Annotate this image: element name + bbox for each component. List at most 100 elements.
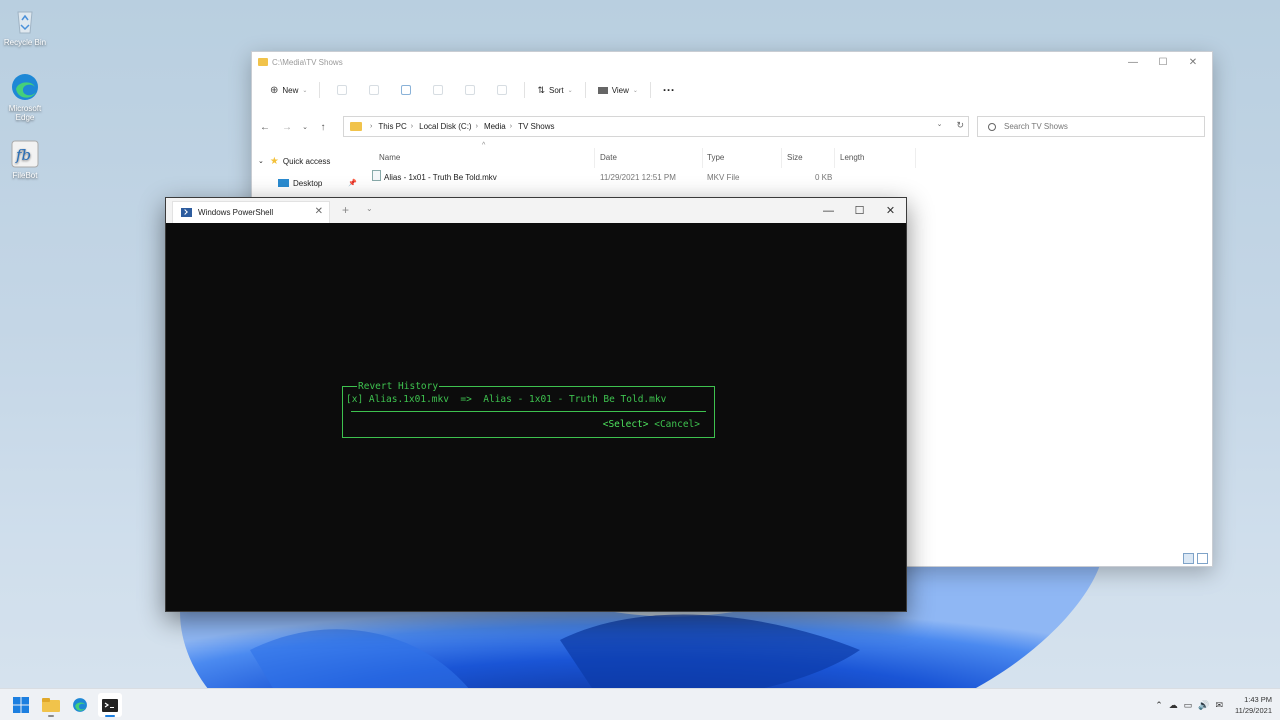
search-box[interactable]: Search TV Shows	[977, 116, 1205, 137]
command-separator	[524, 82, 526, 98]
volume-icon[interactable]: 🔊	[1198, 700, 1209, 711]
more-options-button[interactable]: ···	[657, 79, 681, 101]
command-separator	[584, 82, 586, 98]
desktop-icon-recycle-bin[interactable]: Recycle Bin	[3, 6, 47, 47]
new-label: New	[282, 85, 299, 95]
cancel-button[interactable]: <Cancel>	[654, 419, 700, 430]
show-hidden-icons-chevron-icon[interactable]: ⌃	[1155, 700, 1163, 711]
sort-button[interactable]: ⇅ Sort ⌄	[531, 79, 578, 101]
breadcrumb-tv-shows[interactable]: TV Shows	[518, 122, 554, 131]
onedrive-cloud-icon[interactable]: ☁	[1169, 700, 1178, 711]
view-toggle	[1183, 553, 1208, 564]
paste-button[interactable]	[390, 85, 422, 95]
up-arrow-icon[interactable]: ↑	[312, 122, 334, 133]
address-history-icon[interactable]: ⌄	[937, 120, 943, 131]
column-separator[interactable]	[702, 148, 703, 168]
copy-button[interactable]	[358, 85, 390, 95]
rename-button[interactable]	[422, 85, 454, 95]
chevron-down-icon: ⌄	[567, 87, 573, 94]
network-icon[interactable]: ▭	[1184, 700, 1193, 711]
column-header-name[interactable]: Name	[379, 153, 400, 162]
filebot-icon: fb	[10, 139, 40, 169]
breadcrumb-local-disk[interactable]: Local Disk (C:)	[419, 122, 471, 131]
active-indicator	[105, 715, 115, 717]
sidebar-item-desktop[interactable]: Desktop 📌	[252, 172, 362, 194]
notification-icon[interactable]: ✉	[1215, 700, 1223, 711]
select-button[interactable]: <Select>	[603, 419, 649, 430]
tiles-view-icon[interactable]	[1197, 553, 1208, 564]
explorer-title-bar[interactable]: C:\Media\TV Shows	[252, 52, 1212, 72]
delete-button[interactable]	[486, 85, 518, 95]
taskbar-file-explorer[interactable]	[39, 693, 63, 717]
column-header-length[interactable]: Length	[840, 153, 864, 162]
folder-icon	[350, 122, 362, 131]
taskbar-edge[interactable]	[68, 693, 92, 717]
minimize-button[interactable]: —	[1118, 54, 1148, 70]
pin-icon: 📌	[348, 180, 358, 187]
column-header-date[interactable]: Date	[600, 153, 617, 162]
file-size: 0 KB	[815, 173, 833, 182]
chevron-right-icon: ›	[370, 123, 373, 130]
chevron-down-icon: ⌄	[302, 87, 308, 94]
powershell-icon	[181, 208, 192, 217]
explorer-navigation-bar: ← → ⌄ ↑ › This PC › Local Disk (C:) › Me…	[252, 116, 1212, 138]
file-type: MKV File	[707, 173, 740, 182]
sort-label: Sort	[548, 85, 564, 95]
new-button[interactable]: ⊕ New ⌄	[264, 79, 313, 101]
share-button[interactable]	[454, 85, 486, 95]
start-button[interactable]	[9, 693, 33, 717]
breadcrumb-this-pc[interactable]: This PC	[378, 122, 406, 131]
view-button[interactable]: View ⌄	[592, 79, 644, 101]
address-bar[interactable]: › This PC › Local Disk (C:) › Media › TV…	[343, 116, 969, 137]
explorer-command-bar: ⊕ New ⌄ ⇅ Sort ⌄ View ⌄ ···	[252, 72, 1212, 108]
close-button[interactable]: ✕	[875, 198, 906, 223]
chevron-down-icon[interactable]: ⌄	[258, 157, 264, 165]
revert-history-item[interactable]: [x] Alias.1x01.mkv => Alias - 1x01 - Tru…	[346, 394, 666, 405]
details-view-icon[interactable]	[1183, 553, 1194, 564]
forward-arrow-icon[interactable]: →	[276, 122, 298, 133]
explorer-window-controls: — ☐ ✕	[1118, 54, 1208, 70]
video-file-icon	[372, 170, 381, 181]
minimize-button[interactable]: —	[813, 198, 844, 223]
close-tab-icon[interactable]: ✕	[315, 206, 323, 217]
new-tab-icon[interactable]: +	[342, 203, 349, 217]
copy-icon	[369, 85, 380, 95]
maximize-button[interactable]: ☐	[844, 198, 875, 223]
cut-button[interactable]	[326, 85, 358, 95]
revert-history-dialog: Revert History [x] Alias.1x01.mkv => Ali…	[342, 381, 715, 438]
column-header-size[interactable]: Size	[787, 153, 803, 162]
maximize-button[interactable]: ☐	[1148, 54, 1178, 70]
close-button[interactable]: ✕	[1178, 54, 1208, 70]
column-separator[interactable]	[781, 148, 782, 168]
column-separator[interactable]	[915, 148, 916, 168]
recent-locations-icon[interactable]: ⌄	[298, 123, 312, 131]
column-separator[interactable]	[834, 148, 835, 168]
column-header-type[interactable]: Type	[707, 153, 724, 162]
sidebar-item-label: Quick access	[282, 156, 331, 166]
file-row[interactable]: Alias - 1x01 - Truth Be Told.mkv 11/29/2…	[370, 168, 930, 188]
powershell-window[interactable]: Windows PowerShell ✕ + ⌄ — ☐ ✕ Revert Hi…	[165, 197, 907, 612]
clock[interactable]: 1:43 PM 11/29/2021	[1235, 694, 1272, 716]
recycle-bin-icon	[10, 6, 40, 36]
dialog-buttons: <Select> <Cancel>	[603, 419, 700, 430]
chevron-down-icon[interactable]: ⌄	[366, 204, 373, 213]
share-icon	[465, 85, 476, 95]
taskbar-terminal[interactable]	[98, 693, 122, 717]
windows-logo-icon	[13, 697, 29, 713]
column-separator[interactable]	[594, 148, 595, 168]
navigation-pane: ⌄ ★ Quick access Desktop 📌	[252, 150, 362, 194]
desktop-icon-edge[interactable]: Microsoft Edge	[3, 72, 47, 122]
delete-icon	[497, 85, 508, 95]
tab-windows-powershell[interactable]: Windows PowerShell ✕	[172, 201, 330, 223]
chevron-right-icon: ›	[410, 123, 414, 130]
breadcrumb-media[interactable]: Media	[484, 122, 506, 131]
search-placeholder: Search TV Shows	[1004, 122, 1068, 131]
star-icon: ★	[269, 155, 279, 167]
desktop-icon-label: Recycle Bin	[3, 38, 47, 47]
refresh-icon[interactable]: ↻	[956, 120, 964, 131]
desktop-icon-filebot[interactable]: fb FileBot	[3, 139, 47, 180]
sidebar-item-quick-access[interactable]: ⌄ ★ Quick access	[252, 150, 362, 172]
sidebar-item-label: Desktop	[293, 178, 323, 188]
back-arrow-icon[interactable]: ←	[254, 122, 276, 133]
terminal-title-bar[interactable]: Windows PowerShell ✕ + ⌄ — ☐ ✕	[166, 198, 906, 223]
